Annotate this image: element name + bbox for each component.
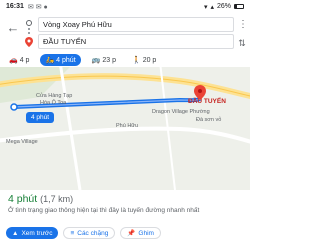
bus-icon: 🚌 <box>91 57 101 64</box>
origin-marker <box>10 103 18 111</box>
eta-bubble[interactable]: 4 phút <box>26 112 55 123</box>
status-time: 16:31 <box>6 3 24 10</box>
map-label-shop: Cửa Hàng Tạp <box>36 93 73 99</box>
mode-motorbike-label: 4 phút <box>56 56 76 64</box>
mode-walk[interactable]: 🚶 20 p <box>127 54 161 66</box>
status-bar: 16:31 ✉ ✉ ● ▾ ▴ 26% <box>0 0 250 13</box>
navigation-icon: ▲ <box>12 229 19 237</box>
action-buttons: ▲ Xem trước ≡ Các chặng 📌 Ghim <box>6 227 161 239</box>
travel-modes: 🚗 4 p 🛵 4 phút 🚌 23 p 🚶 20 p <box>0 53 250 67</box>
destination-input[interactable]: ĐẦU TUYẾN <box>38 34 234 49</box>
battery-icon <box>234 4 244 9</box>
directions-header: ← Vòng Xoay Phú Hữu ĐẦU TUYẾN ⋮ ⇅ 🚗 4 p … <box>0 13 250 67</box>
pin-button[interactable]: 📌 Ghim <box>120 227 161 239</box>
motorbike-icon: 🛵 <box>45 57 55 64</box>
map-label-da-son: Đà sơn vỏ <box>196 117 222 123</box>
preview-label: Xem trước <box>21 229 53 237</box>
map-view[interactable]: Cửa Hàng Tạp Hóa Ô Toa Mega Village Drag… <box>0 67 250 190</box>
list-icon: ≡ <box>70 229 75 237</box>
mode-walk-label: 20 p <box>142 56 157 64</box>
mode-motorbike[interactable]: 🛵 4 phút <box>40 54 81 66</box>
battery-percent: 26% <box>216 3 231 10</box>
mode-transit[interactable]: 🚌 23 p <box>87 54 121 66</box>
origin-row: Vòng Xoay Phú Hữu <box>0 15 250 33</box>
swap-icon[interactable]: ⇅ <box>238 37 246 49</box>
destination-marker-dot <box>198 89 202 93</box>
map-label-shop-2: Hóa Ô Toa <box>40 100 67 106</box>
mode-car-label: 4 p <box>19 56 30 64</box>
route-time: 4 phút <box>8 193 38 205</box>
map-label-mega-village: Mega Village <box>6 139 38 145</box>
more-options-icon[interactable]: ⋮ <box>238 19 248 31</box>
mode-transit-label: 23 p <box>102 56 116 64</box>
route-note: Ở tình trạng giao thông hiện tại thì đây… <box>8 207 200 214</box>
preview-button[interactable]: ▲ Xem trước <box>6 227 59 239</box>
car-icon: 🚗 <box>9 57 18 64</box>
pin-icon: 📌 <box>127 230 136 237</box>
signal-icon: ▴ <box>210 3 214 11</box>
walk-icon: 🚶 <box>131 57 141 64</box>
route-summary-sheet: 4 phút (1,7 km) Ở tình trạng giao thông … <box>0 190 250 250</box>
steps-button[interactable]: ≡ Các chặng <box>63 227 116 239</box>
origin-input[interactable]: Vòng Xoay Phú Hữu <box>38 17 234 32</box>
map-label-phu-huu: Phú Hữu <box>116 123 139 129</box>
wifi-icon: ▾ <box>203 3 208 11</box>
map-destination-label: ĐẦU TUYẾN <box>188 98 226 105</box>
mode-car[interactable]: 🚗 4 p <box>4 54 34 66</box>
notification-icons: ✉ ✉ ● <box>27 3 48 11</box>
route-distance: (1,7 km) <box>40 194 74 204</box>
route-summary: 4 phút (1,7 km) <box>8 193 73 205</box>
pin-label: Ghim <box>138 229 154 237</box>
map-label-dragon-village: Dragon Village Phường <box>152 109 210 115</box>
steps-label: Các chặng <box>77 229 109 237</box>
status-right: ▾ ▴ 26% <box>204 3 244 11</box>
destination-row: ĐẦU TUYẾN <box>0 33 250 51</box>
